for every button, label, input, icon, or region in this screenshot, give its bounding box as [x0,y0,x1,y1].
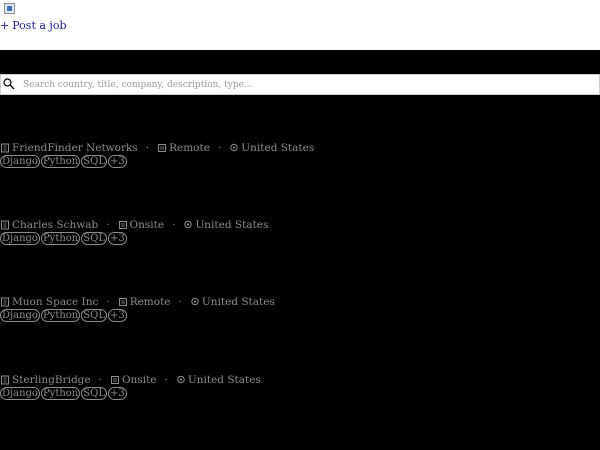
skill-tag[interactable]: Python [40,309,81,322]
skill-tags: Django Python SQL +3 [0,155,127,168]
job-listing[interactable]: FriendFinder Networks · Remote · United … [0,141,600,181]
work-type: Onsite [121,374,157,386]
skill-tag[interactable]: Python [40,232,81,245]
work-type: Remote [129,296,171,308]
briefcase-icon [118,298,127,306]
location-pin-icon [230,143,238,152]
location: United States [187,374,261,386]
search-icon [3,78,15,90]
work-type: Remote [169,142,210,154]
company-link[interactable]: FriendFinder Networks [12,141,138,155]
briefcase-icon [158,144,167,152]
location-pin-icon [184,220,193,229]
location: United States [241,142,315,154]
separator: · [106,219,110,231]
separator: · [164,374,168,386]
separator: · [217,142,222,154]
search-input[interactable] [23,75,593,94]
separator: · [98,374,102,386]
skill-tag[interactable]: SQL [81,309,107,322]
job-meta: SterlingBridge · Onsite · United States [0,373,261,387]
more-tags-badge[interactable]: +3 [107,387,127,400]
company-link[interactable]: Charles Schwab [12,218,98,232]
job-meta: Charles Schwab · Onsite · United States [0,218,268,232]
building-icon [1,297,9,307]
more-tags-badge[interactable]: +3 [107,309,127,322]
skill-tag[interactable]: Django [0,309,40,322]
logo-mark [7,6,12,11]
work-type: Onsite [129,219,165,231]
skill-tag[interactable]: Django [0,232,40,245]
skill-tag[interactable]: Python [40,155,81,168]
briefcase-icon [118,221,127,229]
skill-tags: Django Python SQL +3 [0,309,127,322]
location-pin-icon [191,297,199,306]
skill-tag[interactable]: SQL [81,232,107,245]
company-link[interactable]: SterlingBridge [12,373,91,387]
location: United States [201,296,275,308]
job-listing[interactable]: SterlingBridge · Onsite · United States … [0,373,600,413]
building-icon [1,375,9,385]
more-tags-badge[interactable]: +3 [107,232,127,245]
job-listing[interactable]: Muon Space Inc · Remote · United States … [0,295,600,335]
building-icon [1,220,9,230]
skill-tags: Django Python SQL +3 [0,387,127,400]
separator: · [106,296,110,308]
skill-tag[interactable]: SQL [81,387,107,400]
building-icon [1,143,9,153]
more-tags-badge[interactable]: +3 [107,155,127,168]
post-job-link[interactable]: + Post a job [0,19,67,33]
company-link[interactable]: Muon Space Inc [12,295,98,309]
top-bar: + Post a job [0,0,600,50]
plus-icon: + [0,19,10,32]
separator: · [172,219,176,231]
job-meta: Muon Space Inc · Remote · United States [0,295,275,309]
location-pin-icon [177,375,185,384]
search-bar[interactable] [0,74,600,95]
job-listing[interactable]: Charles Schwab · Onsite · United States … [0,218,600,258]
separator: · [145,142,150,154]
skill-tag[interactable]: Python [40,387,81,400]
location: United States [195,219,269,231]
app-logo-icon[interactable] [4,3,15,14]
post-job-label: Post a job [12,19,67,32]
skill-tags: Django Python SQL +3 [0,232,127,245]
skill-tag[interactable]: Django [0,387,40,400]
separator: · [178,296,182,308]
job-meta: FriendFinder Networks · Remote · United … [0,141,314,155]
skill-tag[interactable]: SQL [81,155,107,168]
skill-tag[interactable]: Django [0,155,40,168]
briefcase-icon [110,376,119,384]
